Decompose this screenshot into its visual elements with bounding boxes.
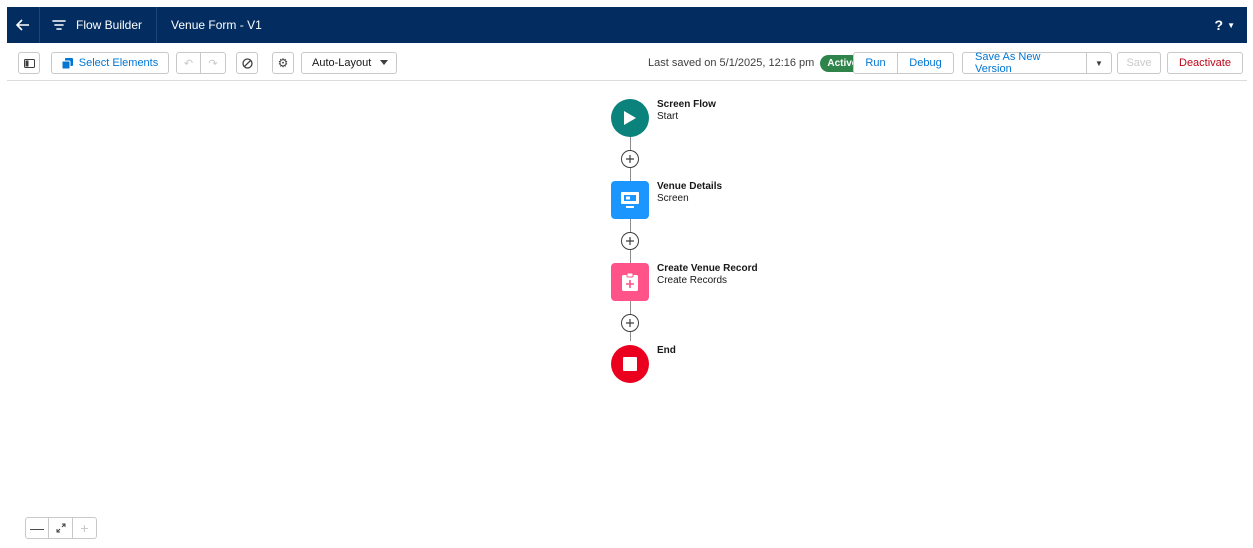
start-element[interactable] (611, 99, 649, 137)
element-type: Start (657, 111, 679, 122)
chevron-down-icon: ▼ (1095, 58, 1103, 68)
help-menu-button[interactable]: ? ▼ (1215, 7, 1235, 43)
deactivate-button[interactable]: Deactivate (1167, 52, 1243, 74)
run-label: Run (865, 57, 886, 69)
back-button[interactable] (7, 7, 39, 43)
help-icon: ? (1214, 17, 1224, 33)
plus-icon (626, 237, 634, 245)
debug-label: Debug (909, 57, 942, 69)
app-name: Flow Builder (76, 18, 143, 32)
element-name: Screen Flow (657, 99, 716, 110)
create-records-element-label: Create Venue Record Create Records (657, 263, 758, 287)
element-type: Screen (657, 193, 689, 204)
app-name-area: Flow Builder (39, 7, 156, 43)
undo-icon: ↶ (183, 57, 194, 70)
toolbar: Select Elements ↶ ↷ ⚙ Auto-Layout Last s… (7, 43, 1247, 81)
chevron-down-icon (380, 60, 388, 65)
screen-element[interactable] (611, 181, 649, 219)
zoom-in-button[interactable]: + (73, 517, 97, 539)
element-name: Create Venue Record (657, 263, 758, 274)
stop-icon (623, 357, 637, 371)
element-name: Venue Details (657, 181, 723, 192)
create-records-element[interactable] (611, 263, 649, 301)
run-button[interactable]: Run (853, 52, 898, 74)
save-as-group: Save As New Version ▼ (962, 51, 1112, 75)
element-type: Create Records (657, 275, 728, 286)
run-debug-group: Run Debug (853, 52, 954, 74)
zoom-controls: — + (25, 517, 97, 539)
plus-icon (626, 155, 634, 163)
plus-icon (626, 319, 634, 327)
select-elements-label: Select Elements (78, 57, 159, 69)
errors-button[interactable] (236, 52, 258, 74)
debug-button[interactable]: Debug (898, 52, 954, 74)
plus-icon: + (80, 520, 89, 536)
end-element[interactable] (611, 345, 649, 383)
fit-to-view-button[interactable] (49, 517, 73, 539)
save-as-new-version-label: Save As New Version (975, 51, 1041, 75)
undo-redo-group: ↶ ↷ (176, 52, 226, 74)
minus-icon: — (30, 520, 44, 536)
add-element-button[interactable] (621, 232, 639, 250)
panel-icon (23, 58, 35, 68)
settings-button[interactable]: ⚙ (272, 52, 294, 74)
toggle-panel-button[interactable] (18, 52, 40, 74)
end-element-label: End (657, 345, 676, 357)
gear-icon: ⚙ (277, 56, 289, 70)
flow-title-text: Venue Form - V1 (171, 18, 262, 32)
ban-icon (241, 57, 253, 69)
select-elements-icon (61, 57, 73, 69)
create-record-icon (622, 272, 638, 291)
flow-canvas[interactable]: Screen Flow Start Venue Details Screen C… (7, 81, 1247, 548)
layout-mode-select[interactable]: Auto-Layout (301, 52, 397, 74)
last-saved-text: Last saved on 5/1/2025, 12:16 pm (648, 57, 815, 69)
app-header: Flow Builder Venue Form - V1 ? ▼ (7, 7, 1247, 43)
chevron-down-icon: ▼ (1227, 20, 1235, 30)
save-label: Save (1126, 57, 1152, 69)
deactivate-label: Deactivate (1179, 57, 1231, 69)
save-options-button[interactable]: ▼ (1087, 52, 1112, 74)
fit-view-icon (56, 523, 65, 533)
screen-icon (621, 192, 639, 208)
undo-button[interactable]: ↶ (176, 52, 201, 74)
add-element-button[interactable] (621, 150, 639, 168)
flow-icon (52, 20, 66, 30)
zoom-out-button[interactable]: — (25, 517, 49, 539)
layout-mode-value: Auto-Layout (312, 57, 372, 69)
add-element-button[interactable] (621, 314, 639, 332)
redo-button[interactable]: ↷ (201, 52, 226, 74)
flow-title: Venue Form - V1 (156, 7, 262, 43)
redo-icon: ↷ (208, 57, 218, 70)
select-elements-button[interactable]: Select Elements (51, 52, 169, 74)
arrow-left-icon (16, 19, 29, 31)
play-icon (624, 111, 636, 125)
save-button[interactable]: Save (1117, 52, 1161, 74)
element-name: End (657, 345, 676, 356)
save-as-new-version-button[interactable]: Save As New Version (962, 51, 1087, 75)
screen-element-label: Venue Details Screen (657, 181, 722, 205)
save-status: Last saved on 5/1/2025, 12:16 pm Active (648, 52, 865, 74)
start-element-label: Screen Flow Start (657, 99, 716, 123)
